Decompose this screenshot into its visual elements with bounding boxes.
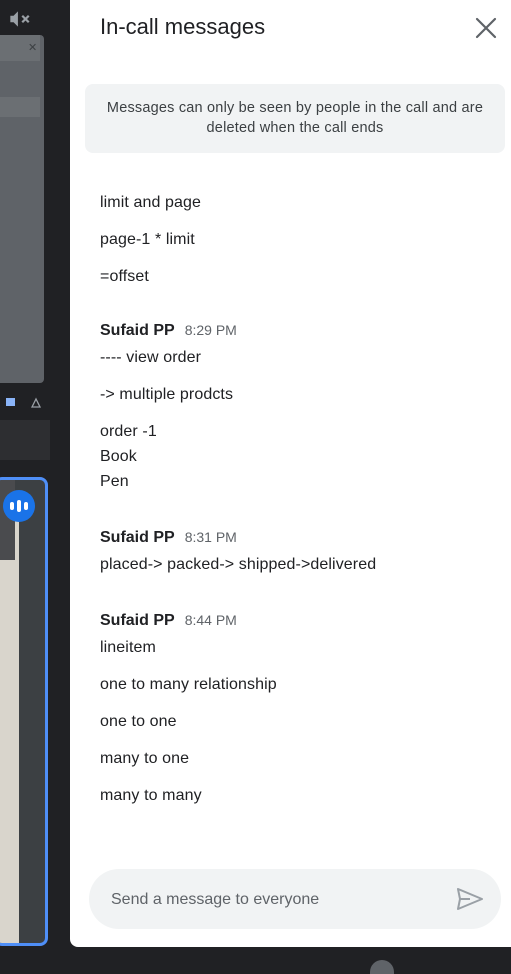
sender-row: Sufaid PP 8:31 PM (100, 529, 500, 547)
close-icon[interactable]: ✕ (28, 41, 37, 54)
sender-row: Sufaid PP 8:29 PM (100, 322, 500, 340)
message-timestamp: 8:31 PM (184, 529, 237, 545)
message-text: page-1 * limit (100, 231, 195, 248)
message-group: Sufaid PP 8:44 PM lineitem one to many r… (100, 612, 500, 808)
bottom-bar (0, 947, 511, 967)
message-composer (89, 869, 501, 931)
sender-name: Sufaid PP (100, 612, 175, 629)
message-text: many to many (100, 787, 202, 804)
message-group: limit and page page-1 * limit =offset (100, 190, 500, 289)
in-call-messages-panel: In-call messages Messages can only be se… (70, 0, 511, 947)
message-input[interactable] (109, 869, 443, 931)
message-text: lineitem (100, 639, 156, 656)
message-text: =offset (100, 268, 149, 285)
message-text: limit and page (100, 194, 202, 211)
message-text: ---- view order (100, 349, 202, 366)
close-button[interactable] (468, 10, 504, 46)
video-grid: ✕ (0, 0, 70, 967)
message-text: order -1 Book Pen (100, 423, 157, 490)
message-text: one to one (100, 713, 177, 730)
privacy-notice: Messages can only be seen by people in t… (85, 84, 505, 153)
mic-off-icon (6, 6, 32, 32)
message-text: many to one (100, 750, 190, 767)
sender-name: Sufaid PP (100, 529, 175, 546)
message-text: one to many relationship (100, 676, 277, 693)
close-icon (475, 17, 497, 39)
panel-title: In-call messages (100, 14, 266, 39)
participant-strip (0, 420, 50, 460)
sender-name: Sufaid PP (100, 322, 175, 339)
send-icon (457, 888, 483, 910)
message-timestamp: 8:29 PM (184, 322, 237, 338)
sender-row: Sufaid PP 8:44 PM (100, 612, 500, 630)
message-list: limit and page page-1 * limit =offset Su… (100, 190, 500, 808)
speaking-indicator-icon (3, 490, 35, 522)
participant-icons (6, 396, 46, 410)
message-text: -> multiple prodcts (100, 386, 234, 403)
participant-card[interactable]: ✕ (0, 35, 44, 383)
send-button[interactable] (453, 884, 487, 914)
video-tile[interactable] (0, 477, 48, 946)
message-timestamp: 8:44 PM (184, 612, 237, 628)
message-group: Sufaid PP 8:29 PM ---- view order -> mul… (100, 322, 500, 494)
message-text: placed-> packed-> shipped->delivered (100, 556, 377, 573)
message-group: Sufaid PP 8:31 PM placed-> packed-> ship… (100, 529, 500, 577)
